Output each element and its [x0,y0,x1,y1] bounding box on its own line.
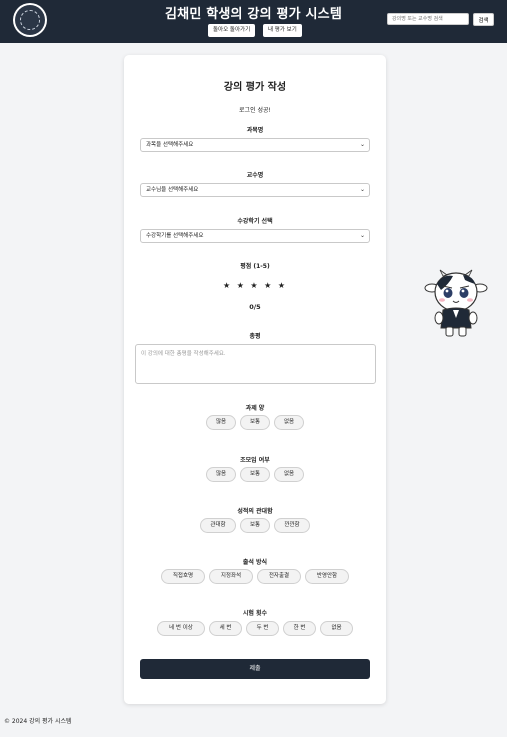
grading-option[interactable]: 깐깐함 [274,518,310,533]
exams-option[interactable]: 세 번 [209,621,242,636]
chevron-down-icon: ⌄ [359,186,365,193]
search-input[interactable] [387,13,469,25]
star-rating[interactable]: ★ ★ ★ ★ ★ [124,281,386,290]
review-placeholder: 이 강의에 대한 총평을 작성해주세요. [141,351,226,357]
chevron-down-icon: ⌄ [359,232,365,239]
course-select-value: 과목을 선택해주세요 [146,142,194,148]
semester-select[interactable]: 수강학기를 선택해주세요 ⌄ [140,229,370,243]
grading-options: 관대함 보통 깐깐함 [124,518,386,533]
page-title: 강의 평가 작성 [223,82,287,93]
footer-copyright: © 2024 강의 평가 시스템 [4,718,72,725]
exams-option[interactable]: 두 번 [246,621,279,636]
attendance-option[interactable]: 반영안함 [305,569,349,584]
grading-option[interactable]: 보통 [240,518,270,533]
team-project-option[interactable]: 많음 [206,467,236,482]
semester-label: 수강학기 선택 [237,218,273,225]
rating-label: 평점 (1-5) [240,263,270,270]
review-form-card: 강의 평가 작성 로그인 성공! 과목명 과목을 선택해주세요 ⌄ 교수명 교수… [124,55,386,704]
attendance-option[interactable]: 지정좌석 [209,569,253,584]
team-project-option[interactable]: 없음 [274,467,304,482]
grading-label: 성적의 관대함 [237,508,273,515]
team-project-label: 조모임 여부 [240,457,270,464]
assignment-option[interactable]: 없음 [274,415,304,430]
assignment-option[interactable]: 많음 [206,415,236,430]
assignment-options: 많음 보통 없음 [124,415,386,430]
my-reviews-button[interactable]: 내 평가 보기 [263,24,302,37]
login-status: 로그인 성공! [239,107,271,114]
team-project-option[interactable]: 보통 [240,467,270,482]
submit-button[interactable]: 제출 [140,659,370,679]
review-label: 총평 [249,333,261,340]
assignment-option[interactable]: 보통 [240,415,270,430]
attendance-option[interactable]: 전자출결 [257,569,301,584]
professor-select-value: 교수님을 선택해주세요 [146,187,199,193]
exams-label: 시험 횟수 [242,610,268,617]
team-project-options: 많음 보통 없음 [124,467,386,482]
back-button[interactable]: 돌아오 돌아가기 [208,24,256,37]
exams-option[interactable]: 한 번 [283,621,316,636]
professor-label: 교수명 [246,172,264,179]
assignment-label: 과제 양 [245,405,265,412]
rating-value: 0/5 [249,303,261,311]
review-textarea[interactable]: 이 강의에 대한 총평을 작성해주세요. [135,344,376,384]
exams-option[interactable]: 없음 [320,621,353,636]
attendance-option[interactable]: 직접호명 [161,569,205,584]
exams-options: 네 번 이상 세 번 두 번 한 번 없음 [124,621,386,636]
professor-select[interactable]: 교수님을 선택해주세요 ⌄ [140,183,370,197]
search-button[interactable]: 검색 [473,13,494,26]
cow-mascot-icon [424,269,488,337]
grading-option[interactable]: 관대함 [200,518,236,533]
chevron-down-icon: ⌄ [359,141,365,148]
semester-select-value: 수강학기를 선택해주세요 [146,233,204,239]
course-select[interactable]: 과목을 선택해주세요 ⌄ [140,138,370,152]
attendance-options: 직접호명 지정좌석 전자출결 반영안함 [124,569,386,584]
attendance-label: 출석 방식 [242,559,268,566]
top-header: 김채민 학생의 강의 평가 시스템 돌아오 돌아가기 내 평가 보기 검색 [0,0,507,43]
exams-option[interactable]: 네 번 이상 [157,621,205,636]
course-label: 과목명 [246,127,264,134]
